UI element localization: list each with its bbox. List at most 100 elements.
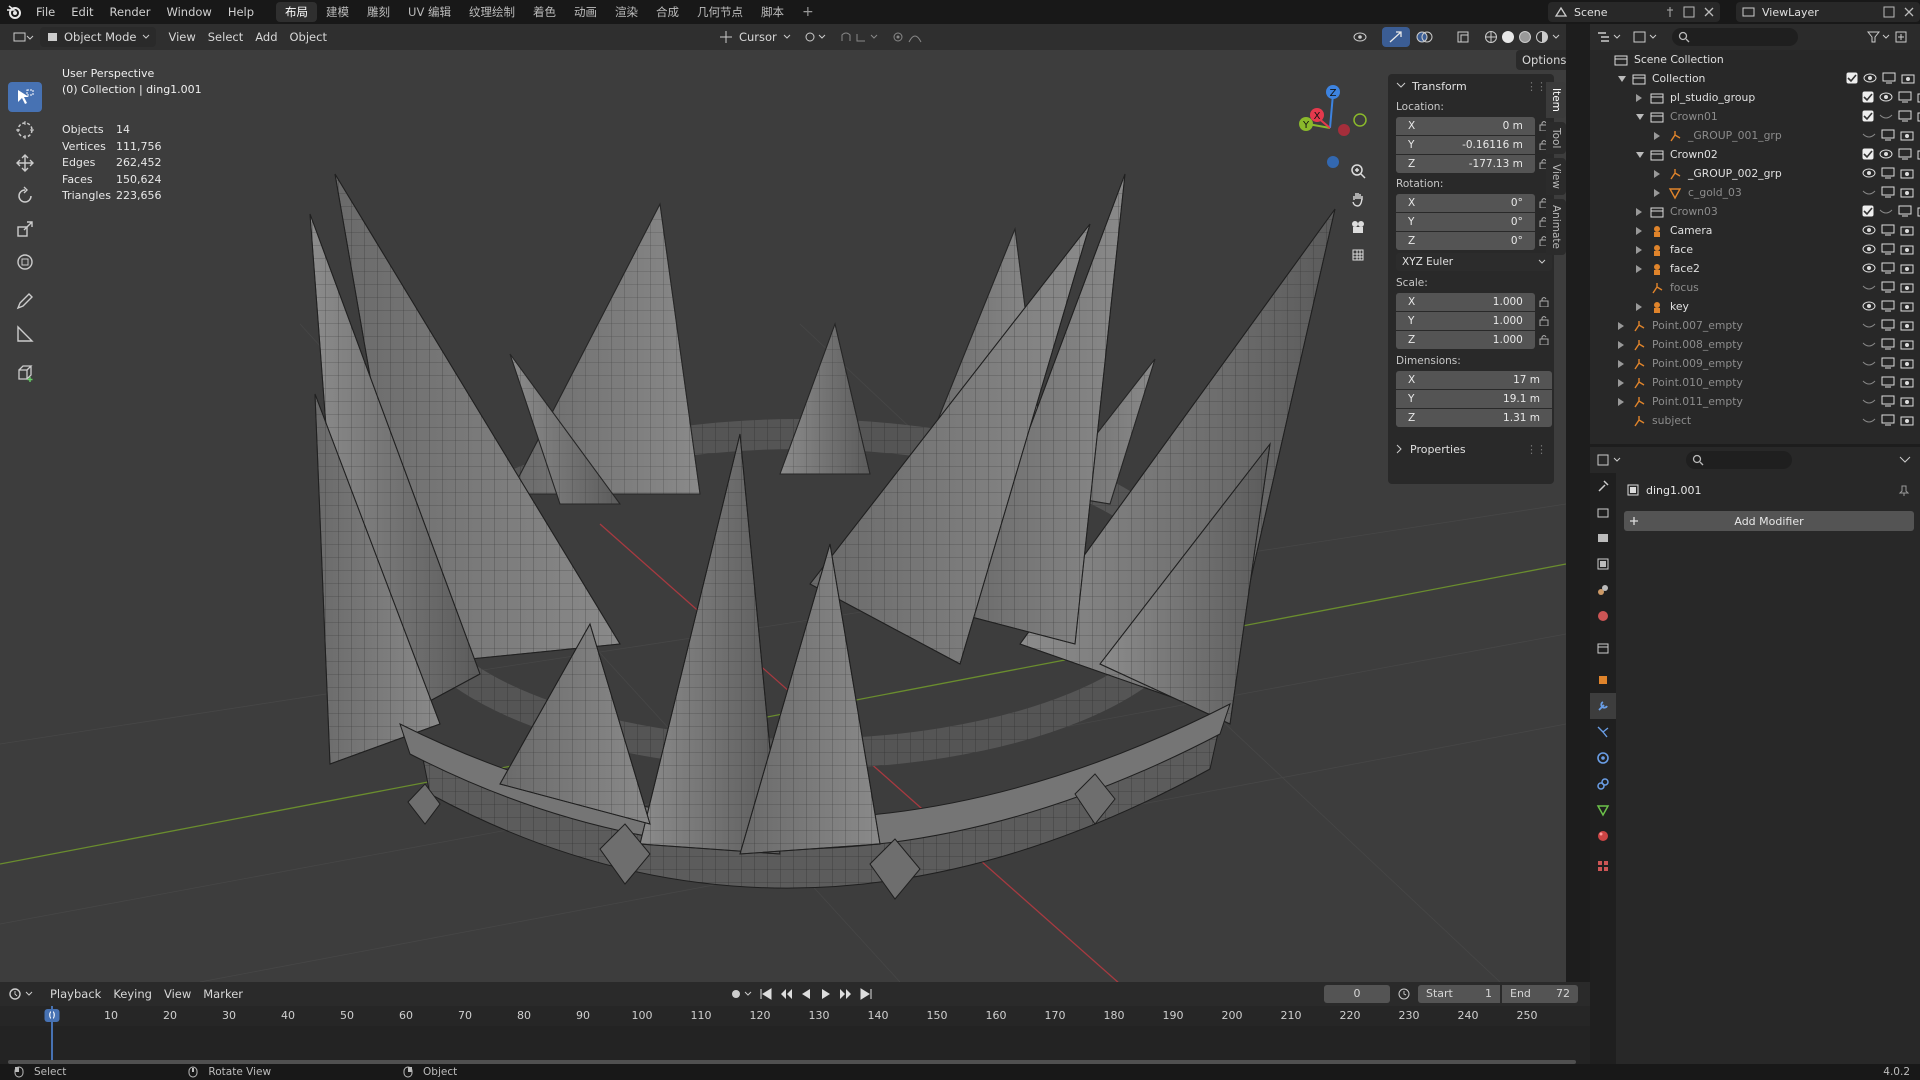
rendered-shading-icon[interactable] <box>1535 30 1549 44</box>
neg-y-handle[interactable] <box>1353 113 1367 127</box>
scene-selector[interactable]: Scene <box>1548 2 1720 22</box>
measure-tool[interactable] <box>8 319 42 349</box>
next-keyframe-icon[interactable] <box>839 987 853 1001</box>
workspace-tab-1[interactable]: 建模 <box>317 2 358 22</box>
rotation-y-field[interactable]: Y 0° <box>1396 212 1535 231</box>
menu-file[interactable]: File <box>28 0 63 24</box>
outliner-row[interactable]: Crown03 <box>1590 202 1920 221</box>
outliner-row[interactable]: face2 <box>1590 259 1920 278</box>
outliner-row[interactable]: Point.010_empty <box>1590 373 1920 392</box>
render-tab[interactable] <box>1590 499 1616 525</box>
eye-icon[interactable] <box>1862 262 1876 274</box>
workspace-tab-10[interactable]: 脚本 <box>752 2 793 22</box>
menu-help[interactable]: Help <box>220 0 262 24</box>
expand-right-icon[interactable] <box>1618 340 1632 349</box>
annotate-tool[interactable] <box>8 286 42 316</box>
pin-icon[interactable] <box>1664 6 1676 18</box>
solid-shading-icon[interactable] <box>1501 30 1515 44</box>
clock-icon[interactable] <box>1396 987 1414 1001</box>
monitor-icon[interactable] <box>1881 281 1895 293</box>
outliner-row[interactable]: Point.009_empty <box>1590 354 1920 373</box>
location-y-field[interactable]: Y -0.16116 m <box>1396 135 1535 154</box>
expand-right-icon[interactable] <box>1636 207 1650 216</box>
dimensions-y-field[interactable]: Y 19.1 m <box>1396 389 1552 408</box>
shading-modes[interactable] <box>1478 27 1566 47</box>
pivot-selector[interactable]: Cursor <box>713 27 797 47</box>
overlays-button[interactable] <box>1410 27 1450 47</box>
outliner-row[interactable]: Crown02 <box>1590 145 1920 164</box>
expand-right-icon[interactable] <box>1636 226 1650 235</box>
eye-icon[interactable] <box>1879 148 1893 160</box>
render-camera-icon[interactable] <box>1900 167 1914 179</box>
eye-icon[interactable] <box>1862 414 1876 426</box>
collection-tab[interactable] <box>1590 635 1616 661</box>
object-name[interactable]: ding1.001 <box>1646 484 1898 497</box>
render-camera-icon[interactable] <box>1900 186 1914 198</box>
prev-keyframe-icon[interactable] <box>779 987 793 1001</box>
monitor-icon[interactable] <box>1881 357 1895 369</box>
jump-end-icon[interactable] <box>859 987 873 1001</box>
viewport-menu-select[interactable]: Select <box>202 27 249 47</box>
play-reverse-icon[interactable] <box>799 987 813 1001</box>
neg-z-handle[interactable] <box>1327 156 1339 168</box>
tool-tab[interactable] <box>1590 473 1616 499</box>
workspace-tab-5[interactable]: 着色 <box>524 2 565 22</box>
drag-handle-icon[interactable]: ⋮⋮ <box>1526 443 1547 456</box>
eye-icon[interactable] <box>1862 281 1876 293</box>
monitor-icon[interactable] <box>1881 300 1895 312</box>
eye-icon[interactable] <box>1862 300 1876 312</box>
drag-handle-icon[interactable]: ⋮⋮ <box>1526 80 1547 93</box>
outliner-row[interactable]: Point.007_empty <box>1590 316 1920 335</box>
close-icon[interactable] <box>1902 5 1916 19</box>
object-tab[interactable] <box>1590 667 1616 693</box>
scale-y-field[interactable]: Y 1.000 <box>1396 311 1535 330</box>
dimensions-z-field[interactable]: Z 1.31 m <box>1396 408 1552 427</box>
sidebar-tab-animate[interactable]: Animate <box>1546 199 1566 256</box>
cursor-tool[interactable] <box>8 115 42 145</box>
monitor-icon[interactable] <box>1898 110 1912 122</box>
properties-section-header[interactable]: Properties ⋮⋮ <box>1388 437 1554 461</box>
expand-down-icon[interactable] <box>1636 113 1650 120</box>
workspace-tab-4[interactable]: 纹理绘制 <box>460 2 524 22</box>
properties-search-input[interactable] <box>1686 451 1792 469</box>
mode-selector[interactable]: Object Mode <box>40 27 157 47</box>
transform-section-header[interactable]: Transform ⋮⋮ <box>1388 74 1554 98</box>
add-cube-tool[interactable] <box>8 358 42 388</box>
chevron-down-icon[interactable] <box>1898 455 1912 465</box>
sidebar-tab-item[interactable]: Item <box>1546 82 1566 118</box>
eye-icon[interactable] <box>1879 110 1893 122</box>
monitor-icon[interactable] <box>1881 319 1895 331</box>
proportional-edit-button[interactable] <box>885 27 933 47</box>
modifier-tab[interactable] <box>1590 693 1616 719</box>
particles-tab[interactable] <box>1590 719 1616 745</box>
output-tab[interactable] <box>1590 525 1616 551</box>
sidebar-tab-view[interactable]: View <box>1546 158 1566 196</box>
monitor-icon[interactable] <box>1882 72 1896 84</box>
expand-right-icon[interactable] <box>1636 93 1650 102</box>
scene-tab[interactable] <box>1590 577 1616 603</box>
playhead[interactable] <box>51 1006 53 1064</box>
add-workspace-icon[interactable]: + <box>793 2 823 22</box>
outliner-row[interactable]: face <box>1590 240 1920 259</box>
new-layer-icon[interactable] <box>1882 5 1896 19</box>
location-x-field[interactable]: X 0 m <box>1396 116 1535 135</box>
monitor-icon[interactable] <box>1881 224 1895 236</box>
xray-button[interactable] <box>1450 27 1478 47</box>
eye-icon[interactable] <box>1862 224 1876 236</box>
eye-icon[interactable] <box>1862 357 1876 369</box>
expand-down-icon[interactable] <box>1618 75 1632 82</box>
outliner-row[interactable]: Point.011_empty <box>1590 392 1920 411</box>
outliner-row[interactable]: Crown01 <box>1590 107 1920 126</box>
location-z-field[interactable]: Z -177.13 m <box>1396 154 1535 173</box>
expand-right-icon[interactable] <box>1654 169 1668 178</box>
exclude-checkbox[interactable] <box>1862 205 1874 217</box>
gizmo-toggle-button[interactable] <box>1382 27 1410 47</box>
snap-button[interactable] <box>833 27 885 47</box>
outliner-row[interactable]: key <box>1590 297 1920 316</box>
ortho-toggle-button[interactable] <box>1345 242 1371 268</box>
eye-icon[interactable] <box>1862 376 1876 388</box>
expand-right-icon[interactable] <box>1636 245 1650 254</box>
timeline-menu-playback[interactable]: Playback <box>44 984 107 1004</box>
wireframe-shading-icon[interactable] <box>1484 30 1498 44</box>
render-camera-icon[interactable] <box>1900 300 1914 312</box>
